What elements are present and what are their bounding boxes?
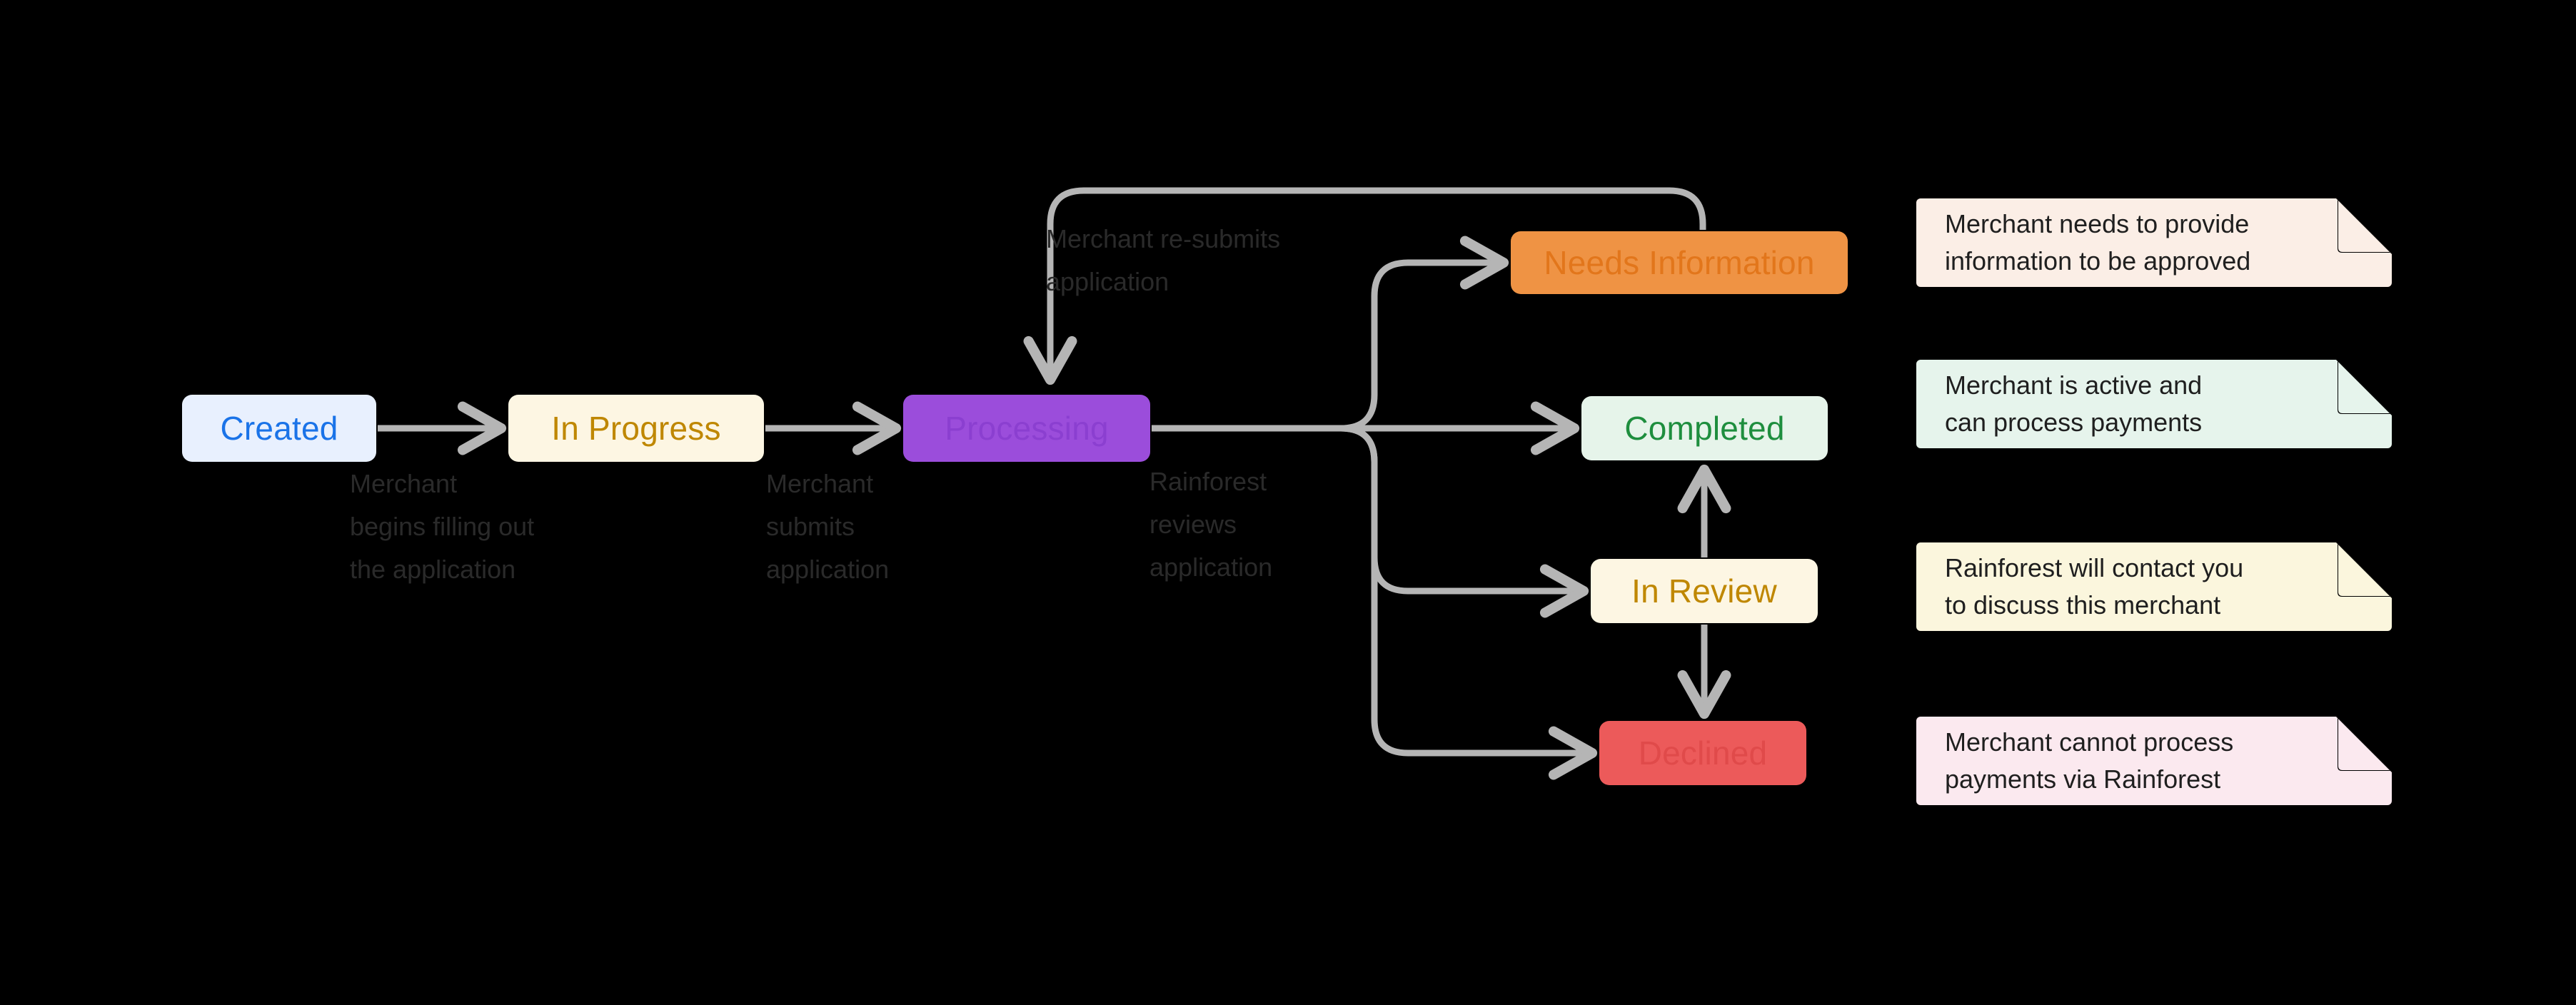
node-in-review-label: In Review (1631, 572, 1777, 610)
edge-processing-to-declined (1340, 425, 1598, 780)
note-needs-info-text: Merchant needs to provide information to… (1945, 209, 2251, 276)
node-processing-label: Processing (945, 410, 1109, 447)
node-processing[interactable]: Processing (903, 395, 1150, 462)
note-completed-text: Merchant is active and can process payme… (1945, 370, 2203, 437)
edge-label-processing-review: Rainforest reviews application (1149, 467, 1273, 582)
note-in-review: Rainforest will contact you to discuss t… (1916, 542, 2392, 631)
edge-label-needs-info-to-processing: Merchant re-submits application (1046, 224, 1281, 296)
node-in-review[interactable]: In Review (1591, 559, 1818, 623)
note-declined: Merchant cannot process payments via Rai… (1916, 717, 2392, 805)
note-completed: Merchant is active and can process payme… (1916, 360, 2392, 448)
node-needs-information[interactable]: Needs Information (1511, 231, 1848, 294)
node-completed[interactable]: Completed (1581, 396, 1828, 460)
node-in-progress[interactable]: In Progress (508, 395, 764, 462)
note-in-review-text: Rainforest will contact you to discuss t… (1945, 553, 2244, 620)
node-declined[interactable]: Declined (1599, 721, 1806, 785)
node-completed-label: Completed (1624, 410, 1785, 447)
node-declined-label: Declined (1638, 734, 1768, 772)
note-declined-text: Merchant cannot process payments via Rai… (1945, 727, 2234, 794)
node-created-label: Created (220, 410, 338, 447)
edge-label-in-progress-to-processing: Merchant submits application (766, 469, 890, 584)
node-in-progress-label: In Progress (551, 410, 721, 447)
edge-processing-to-in-review (1340, 425, 1589, 618)
note-needs-info: Merchant needs to provide information to… (1916, 198, 2392, 287)
flowchart-canvas: Created In Progress Processing Needs Inf… (0, 0, 2576, 1005)
node-created[interactable]: Created (182, 395, 376, 462)
node-needs-information-label: Needs Information (1544, 244, 1815, 281)
edge-label-created-to-in-progress: Merchant begins filling out the applicat… (350, 469, 535, 584)
edge-processing-to-needs-info (1340, 236, 1509, 432)
